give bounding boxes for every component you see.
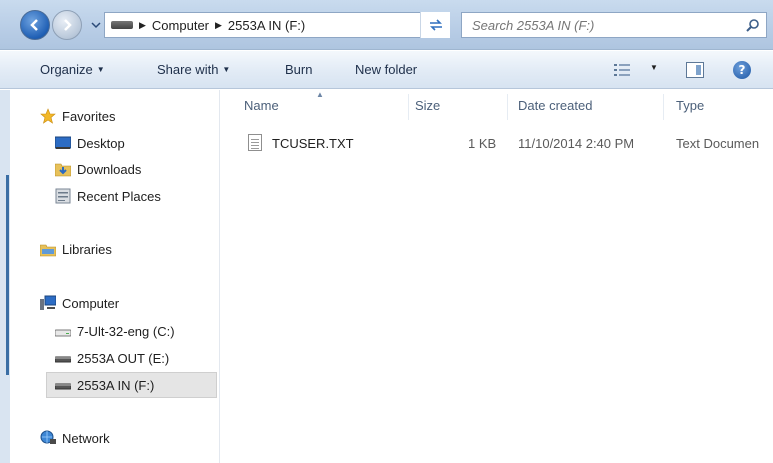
new-folder-button[interactable]: New folder xyxy=(355,62,417,77)
star-icon xyxy=(40,108,56,124)
column-divider[interactable] xyxy=(507,94,508,120)
network-icon xyxy=(40,430,56,446)
nav-drive-f[interactable]: 2553A IN (F:) xyxy=(46,372,217,398)
breadcrumb-current-drive[interactable]: 2553A IN (F:) xyxy=(228,18,305,33)
desktop-icon xyxy=(54,135,72,151)
libraries-icon xyxy=(39,241,57,257)
nav-drive-c[interactable]: 7-Ult-32-eng (C:) xyxy=(54,320,175,342)
organize-button[interactable]: Organize ▼ xyxy=(40,62,105,77)
search-box[interactable] xyxy=(461,12,767,38)
breadcrumb-separator-icon[interactable]: ▶ xyxy=(139,20,146,31)
nav-favorites[interactable]: Favorites xyxy=(40,105,115,127)
forward-button[interactable] xyxy=(52,10,82,40)
nav-downloads-label: Downloads xyxy=(77,161,142,177)
views-dropdown-icon[interactable]: ▼ xyxy=(650,63,658,72)
removable-drive-icon xyxy=(54,377,72,393)
file-name[interactable]: TCUSER.TXT xyxy=(272,136,354,151)
window-left-edge xyxy=(0,90,10,463)
computer-icon xyxy=(40,295,57,311)
change-view-icon[interactable] xyxy=(614,64,630,76)
nav-desktop-label: Desktop xyxy=(77,135,125,151)
nav-computer-label: Computer xyxy=(62,295,120,311)
nav-downloads[interactable]: Downloads xyxy=(54,158,142,180)
organize-label: Organize xyxy=(40,62,93,77)
command-bar: Organize ▼ Share with ▼ Burn New folder ▼ … xyxy=(0,51,773,89)
column-header-date-created[interactable]: Date created xyxy=(518,98,592,113)
file-date-created: 11/10/2014 2:40 PM xyxy=(518,136,635,151)
search-input[interactable] xyxy=(472,17,732,33)
column-header-name[interactable]: Name xyxy=(244,98,279,113)
column-header-size[interactable]: Size xyxy=(415,98,440,113)
breadcrumb[interactable]: ▶ Computer ▶ 2553A IN (F:) xyxy=(104,12,444,38)
text-file-icon xyxy=(248,134,262,151)
column-divider[interactable] xyxy=(663,94,664,120)
file-type: Text Documen xyxy=(676,136,760,151)
column-divider[interactable] xyxy=(408,94,409,120)
nav-libraries[interactable]: Libraries xyxy=(39,238,112,260)
nav-recent-places[interactable]: Recent Places xyxy=(55,185,161,207)
nav-drive-e[interactable]: 2553A OUT (E:) xyxy=(54,347,170,369)
downloads-folder-icon xyxy=(54,161,72,177)
burn-button[interactable]: Burn xyxy=(285,62,312,77)
nav-drive-e-label: 2553A OUT (E:) xyxy=(77,350,170,366)
nav-libraries-label: Libraries xyxy=(62,241,112,257)
breadcrumb-separator-icon[interactable]: ▶ xyxy=(215,20,222,31)
address-bar: ▶ Computer ▶ 2553A IN (F:) xyxy=(0,0,773,50)
nav-desktop[interactable]: Desktop xyxy=(54,132,125,154)
share-with-label: Share with xyxy=(157,62,219,77)
navigation-pane: Favorites Desktop Downloads Recent Place… xyxy=(10,90,220,463)
file-size: 1 KB xyxy=(468,136,497,151)
chevron-down-icon: ▼ xyxy=(222,65,231,74)
forward-arrow-icon xyxy=(64,19,72,31)
nav-network[interactable]: Network xyxy=(40,427,110,449)
drive-icon xyxy=(111,21,133,29)
recent-places-icon xyxy=(55,188,71,204)
nav-drive-c-label: 7-Ult-32-eng (C:) xyxy=(77,323,175,339)
nav-computer[interactable]: Computer xyxy=(40,292,119,314)
search-icon[interactable] xyxy=(746,18,760,32)
nav-recent-places-label: Recent Places xyxy=(77,188,161,204)
refresh-icon xyxy=(429,19,442,31)
nav-favorites-label: Favorites xyxy=(62,108,116,124)
nav-drive-f-label: 2553A IN (F:) xyxy=(77,377,155,393)
back-arrow-icon xyxy=(30,19,38,31)
recent-pages-chevron-down-icon[interactable] xyxy=(90,19,102,31)
hard-drive-icon xyxy=(54,323,72,339)
preview-pane-icon[interactable] xyxy=(686,62,704,78)
back-button[interactable] xyxy=(20,10,50,40)
chevron-down-icon: ▼ xyxy=(96,65,105,74)
refresh-button[interactable] xyxy=(420,12,450,38)
nav-network-label: Network xyxy=(62,430,110,446)
removable-drive-icon xyxy=(54,350,72,366)
sort-ascending-icon: ▲ xyxy=(316,90,324,99)
column-header-type[interactable]: Type xyxy=(676,98,704,113)
share-with-button[interactable]: Share with ▼ xyxy=(157,62,230,77)
breadcrumb-computer[interactable]: Computer xyxy=(152,18,209,33)
help-icon[interactable]: ? xyxy=(733,61,751,79)
